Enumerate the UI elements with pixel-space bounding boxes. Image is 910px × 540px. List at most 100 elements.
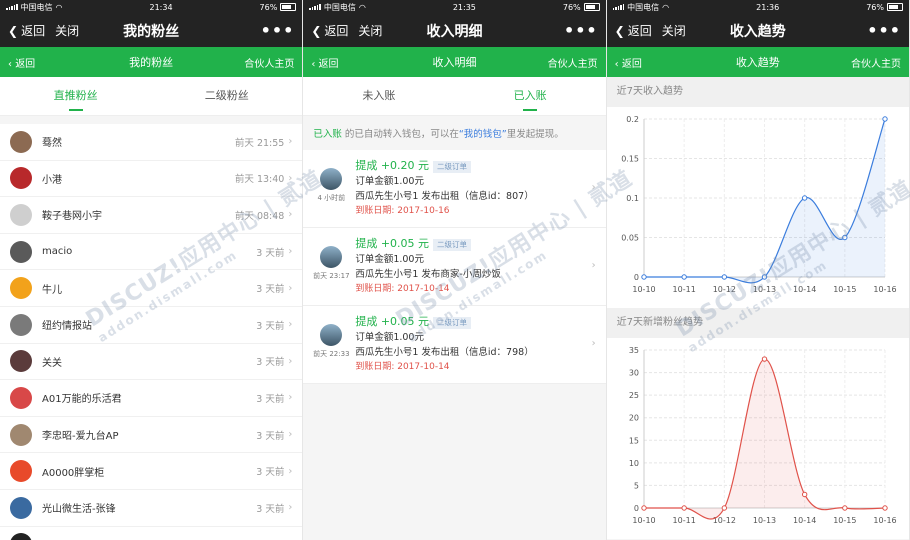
nav-bar: ❮ 返回 关闭 我的粉丝 •••: [0, 14, 303, 47]
status-bar: 中国电信 ◠ 21:36 76%: [606, 0, 909, 14]
chevron-right-icon: ›: [288, 319, 293, 331]
avatar: [10, 167, 32, 190]
order-amount: 订单金额1.00元: [355, 332, 424, 343]
fan-row[interactable]: ›: [0, 527, 302, 540]
x-tick-label: 10-16: [873, 516, 896, 525]
chevron-right-icon: ›: [288, 465, 293, 477]
sub-header: ‹ 返回 收入趋势 合伙人主页: [606, 47, 909, 77]
fan-row[interactable]: A0000胖掌柜 3 天前 ›: [0, 453, 303, 490]
clock: 21:36: [756, 2, 780, 12]
avatar: [10, 277, 32, 300]
sub-back-button[interactable]: ‹ 返回: [311, 55, 338, 70]
avatar: [10, 386, 32, 409]
x-tick-label: 10-15: [833, 516, 856, 525]
wallet-link[interactable]: “我的钱包”: [459, 129, 507, 140]
data-point: [640, 274, 647, 280]
clock: 21:35: [452, 2, 476, 12]
x-tick-label: 10-12: [712, 285, 735, 294]
order-description: 西瓜先生小号1 发布出租（信息id：798）: [355, 347, 534, 358]
sub-back-button[interactable]: ‹ 返回: [8, 55, 35, 70]
income-row[interactable]: 4 小时前 提成 +0.20 元二级订单 订单金额1.00元 西瓜先生小号1 发布出租…: [303, 150, 606, 228]
fan-time: 3 天前: [256, 430, 285, 442]
y-tick-label: 20: [628, 414, 638, 423]
fan-tabs: 直推粉丝 二级粉丝: [0, 77, 303, 116]
fan-row[interactable]: 纽约情报站 3 天前 ›: [0, 307, 303, 344]
fan-row[interactable]: 小港 前天 13:40 ›: [0, 161, 303, 198]
tab-second-level-fans[interactable]: 二级粉丝: [151, 77, 302, 115]
chevron-right-icon: ›: [288, 392, 293, 404]
x-tick-label: 10-13: [753, 516, 776, 525]
data-point: [721, 505, 727, 511]
tab-direct-fans[interactable]: 直推粉丝: [0, 77, 151, 115]
fan-row[interactable]: A01万能的乐活君 3 天前 ›: [0, 380, 303, 417]
battery-icon: [886, 3, 903, 11]
x-tick-label: 10-13: [753, 285, 776, 294]
tab-pending[interactable]: 未入账: [303, 77, 454, 115]
partner-home-link[interactable]: 合伙人主页: [244, 55, 294, 70]
fan-row[interactable]: 蓦然 前天 21:55 ›: [0, 124, 303, 161]
data-point: [841, 505, 848, 511]
credit-date: 到账日期: 2017-10-14: [355, 362, 450, 372]
avatar: [10, 240, 32, 263]
chevron-right-icon: ›: [288, 209, 293, 221]
tab-credited[interactable]: 已入账: [455, 77, 606, 115]
y-tick-label: 5: [634, 481, 639, 490]
order-level-badge: 二级订单: [433, 316, 472, 329]
avatar: [10, 460, 32, 483]
commission-amount: 提成 +0.05 元: [355, 237, 430, 250]
more-icon[interactable]: •••: [867, 21, 901, 40]
y-tick-label: 0.05: [621, 234, 639, 243]
sub-back-button[interactable]: ‹ 返回: [615, 55, 642, 70]
avatar: [10, 203, 32, 226]
back-button[interactable]: ❮ 返回: [615, 22, 652, 39]
more-icon[interactable]: •••: [261, 21, 295, 40]
fan-row[interactable]: 李忠昭-爱九台AP 3 天前 ›: [0, 417, 303, 454]
commission-amount: 提成 +0.20 元: [355, 159, 430, 172]
data-point: [881, 505, 888, 511]
close-button[interactable]: 关闭: [55, 22, 79, 39]
partner-home-link[interactable]: 合伙人主页: [851, 55, 901, 70]
more-icon[interactable]: •••: [564, 21, 598, 40]
page-title: 收入趋势: [729, 23, 786, 40]
nav-bar: ❮ 返回 关闭 收入明细 •••: [303, 14, 606, 47]
close-button[interactable]: 关闭: [662, 22, 686, 39]
fans-trend-chart: 0 5 10 15 20 25 30 35 10-10 10-11 10-12 10-13 10-14 1…: [606, 338, 909, 539]
fan-row[interactable]: macio 3 天前 ›: [0, 234, 303, 271]
fan-time: 3 天前: [256, 357, 285, 369]
fans-trend-svg: 0510152025303510-10 10-11 10-12 10-13 10-14 1…: [628, 346, 896, 525]
income-row[interactable]: 前天 22:33 提成 +0.05 元二级订单 订单金额1.00元 西瓜先生小号1 发…: [303, 306, 606, 384]
y-tick-label: 35: [628, 346, 638, 355]
back-button[interactable]: ❮ 返回: [311, 22, 348, 39]
y-tick-label: 0.1: [626, 194, 639, 203]
back-button[interactable]: ❮ 返回: [8, 22, 45, 39]
data-point: [681, 505, 687, 511]
chevron-right-icon: ›: [591, 182, 596, 193]
fan-row[interactable]: 光山微生活-张锋 3 天前 ›: [0, 490, 303, 527]
avatar: [10, 423, 32, 446]
income-row[interactable]: 前天 23:17 提成 +0.05 元二级订单 订单金额1.00元 西瓜先生小号1 发…: [303, 228, 606, 306]
y-tick-label: 0.2: [626, 115, 639, 124]
data-point: [640, 505, 647, 511]
battery-percent: 76%: [866, 2, 884, 12]
chevron-left-icon: ❮: [614, 23, 625, 38]
battery-percent: 76%: [259, 2, 278, 12]
screen-income-detail: 中国电信 ◠ 21:35 76% ❮ 返回 关闭 收入明细 ••• ‹ 返回 收入明…: [303, 0, 607, 540]
avatar: [320, 168, 343, 190]
fan-row[interactable]: 关关 3 天前 ›: [0, 344, 303, 381]
fan-row[interactable]: 鞍子巷网小宇 前天 08:48 ›: [0, 197, 303, 234]
avatar: [10, 313, 32, 336]
data-point: [761, 274, 767, 280]
close-button[interactable]: 关闭: [358, 22, 382, 39]
screen-income-trend: 中国电信 ◠ 21:36 76% ❮ 返回 关闭 收入趋势 ••• ‹ 返回 收入趋…: [606, 0, 910, 540]
fan-row[interactable]: 牛儿 3 天前 ›: [0, 270, 303, 307]
fan-time: 3 天前: [256, 393, 285, 405]
partner-home-link[interactable]: 合伙人主页: [548, 55, 598, 70]
avatar: [10, 533, 32, 540]
fan-name: A0000胖掌柜: [42, 467, 105, 479]
carrier: 中国电信: [627, 2, 660, 12]
fan-time: 3 天前: [256, 247, 285, 259]
y-tick-label: 25: [628, 391, 638, 400]
signal-icon: [6, 4, 18, 10]
fan-name: 纽约情报站: [42, 321, 92, 333]
fan-name: macio: [42, 246, 73, 258]
